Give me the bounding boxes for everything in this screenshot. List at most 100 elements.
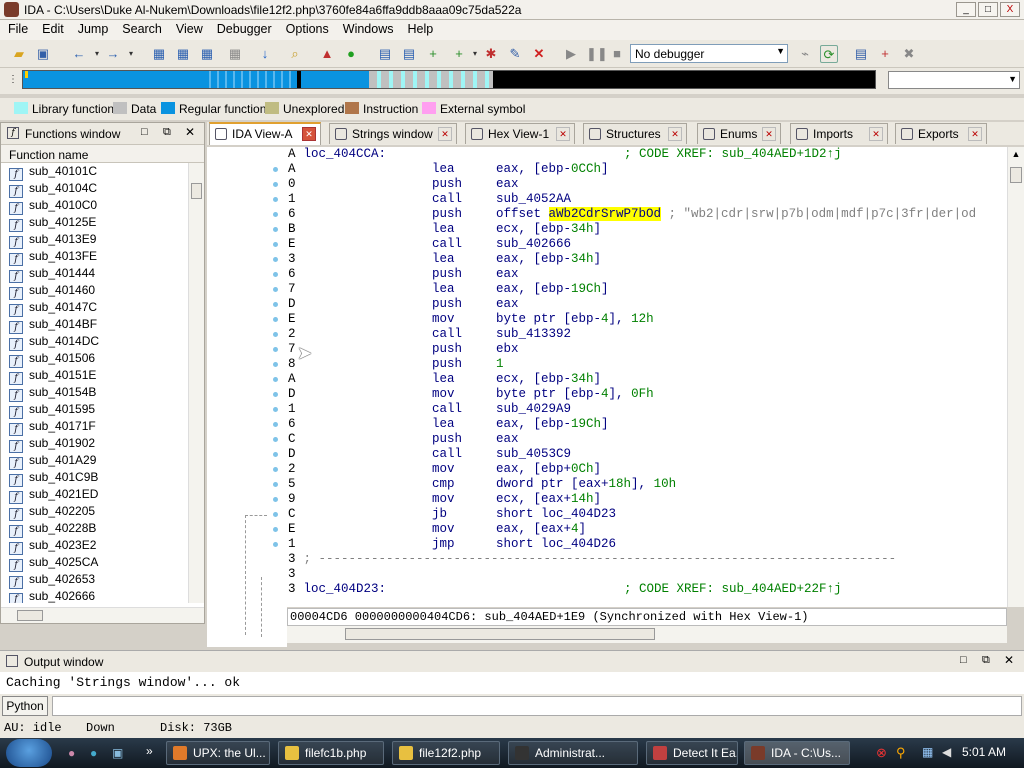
operands[interactable]: sub_413392: [496, 327, 571, 342]
function-list-item[interactable]: f sub_4013FE: [1, 248, 204, 266]
search-text-icon[interactable]: ▦: [150, 45, 168, 63]
run-icon[interactable]: ▶: [562, 45, 580, 63]
code-line[interactable]: 9 mov ecx, [eax+14h]: [288, 492, 1007, 507]
operands[interactable]: short loc_404D26: [496, 537, 616, 552]
stop-icon[interactable]: ■: [608, 45, 626, 63]
restore-icon[interactable]: □: [141, 126, 148, 138]
breakpoint-dot[interactable]: [273, 497, 278, 502]
operands[interactable]: eax: [496, 267, 519, 282]
code-line[interactable]: 8 push 1: [288, 357, 1007, 372]
close-icon[interactable]: ✕: [556, 127, 570, 141]
breakpoint-dot[interactable]: [273, 482, 278, 487]
forward-arrow-icon[interactable]: →: [104, 45, 122, 63]
debugger-select[interactable]: No debugger ▼: [630, 44, 788, 63]
function-list-item[interactable]: f sub_40228B: [1, 520, 204, 538]
breakpoint-dot[interactable]: [273, 257, 278, 262]
code-line[interactable]: 1 call sub_4052AA: [288, 192, 1007, 207]
breakpoint-dot[interactable]: [273, 527, 278, 532]
forward-dropdown-icon[interactable]: ▾: [122, 45, 140, 63]
operands[interactable]: sub_4053C9: [496, 447, 571, 462]
navigation-strip[interactable]: [22, 70, 876, 89]
search-immediate-icon[interactable]: ▦: [198, 45, 216, 63]
tray-network-icon[interactable]: ▦: [922, 745, 933, 759]
close-button[interactable]: X: [1000, 2, 1020, 17]
delete-icon[interactable]: ✕: [530, 45, 548, 63]
attach-icon[interactable]: ⌁: [796, 45, 814, 63]
code-line[interactable]: Emov byte ptr [ebp-4], 12h: [288, 312, 1007, 327]
operands[interactable]: eax: [496, 432, 519, 447]
sync-icon[interactable]: ⟳: [820, 45, 838, 63]
structure-icon[interactable]: ▤: [376, 45, 394, 63]
function-list-item[interactable]: f sub_40154B: [1, 384, 204, 402]
operands[interactable]: sub_4029A9: [496, 402, 571, 417]
float-icon[interactable]: ⧉: [982, 654, 990, 667]
function-list-item[interactable]: f sub_401506: [1, 350, 204, 368]
code-line[interactable]: 2 call sub_413392: [288, 327, 1007, 342]
warning-icon[interactable]: ▲: [318, 45, 336, 63]
clock[interactable]: 5:01 AM: [962, 745, 1006, 759]
function-list-item[interactable]: f sub_4014BF: [1, 316, 204, 334]
breakpoint-dot[interactable]: [273, 227, 278, 232]
code-label[interactable]: loc_404CCA:: [304, 147, 387, 161]
function-list-item[interactable]: f sub_4023E2: [1, 537, 204, 555]
code-line[interactable]: Alea eax, [ebp-0CCh]: [288, 162, 1007, 177]
open-folder-icon[interactable]: ▰: [10, 45, 28, 63]
breakpoint-dot[interactable]: [273, 452, 278, 457]
operands[interactable]: eax: [496, 297, 519, 312]
operands[interactable]: eax, [ebp-19Ch]: [496, 282, 609, 297]
taskbar-item[interactable]: file12f2.php: [392, 741, 500, 765]
down-arrow-icon[interactable]: ↓: [256, 45, 274, 63]
taskbar-item[interactable]: filefc1b.php: [278, 741, 384, 765]
xref-comment[interactable]: ; CODE XREF: sub_404AED+22F↑j: [624, 582, 842, 597]
code-label[interactable]: loc_404D23:: [304, 582, 387, 596]
float-icon[interactable]: ⧉: [163, 126, 171, 139]
list-icon[interactable]: ▤: [852, 45, 870, 63]
close-icon[interactable]: ✕: [1004, 653, 1014, 667]
function-list-item[interactable]: f sub_4025CA: [1, 554, 204, 572]
breakpoint-dot[interactable]: [273, 422, 278, 427]
function-list-item[interactable]: f sub_401A29: [1, 452, 204, 470]
code-line[interactable]: Blea ecx, [ebp-34h]: [288, 222, 1007, 237]
operands[interactable]: ebx: [496, 342, 519, 357]
breakpoint-dot[interactable]: [273, 362, 278, 367]
code-line[interactable]: 5 cmp dword ptr [eax+18h], 10h: [288, 477, 1007, 492]
code-line[interactable]: 1 jmp short loc_404D26: [288, 537, 1007, 552]
code-line[interactable]: 6 lea eax, [ebp-19Ch]: [288, 417, 1007, 432]
operands[interactable]: eax, [ebp-34h]: [496, 252, 601, 267]
function-list-item[interactable]: f sub_40125E: [1, 214, 204, 232]
restore-icon[interactable]: □: [960, 654, 967, 666]
cross-ref-icon[interactable]: ✱: [482, 45, 500, 63]
breakpoint-dot[interactable]: [273, 407, 278, 412]
tab-ida-view-a[interactable]: IDA View-A ✕: [209, 122, 321, 145]
command-input[interactable]: [52, 696, 1022, 716]
breakpoint-dot[interactable]: [273, 512, 278, 517]
python-button[interactable]: Python: [2, 696, 48, 716]
code-line[interactable]: Dmov byte ptr [ebp-4], 0Fh: [288, 387, 1007, 402]
function-list-item[interactable]: f sub_4021ED: [1, 486, 204, 504]
green-circle-icon[interactable]: ●: [342, 45, 360, 63]
function-list-hscrollbar[interactable]: [1, 607, 204, 623]
taskbar-item[interactable]: IDA - C:\Us...: [744, 741, 850, 765]
code-line[interactable]: 7 push ebx: [288, 342, 1007, 357]
code-line[interactable]: Cpush eax: [288, 432, 1007, 447]
breakpoint-dot[interactable]: [273, 377, 278, 382]
function-list-item[interactable]: f sub_402653: [1, 571, 204, 589]
code-line[interactable]: 6 push offset aWb2CdrSrwP7bOd ; "wb2|cdr|s…: [288, 207, 1007, 222]
operands[interactable]: dword ptr [eax+18h], 10h: [496, 477, 676, 492]
start-button[interactable]: [6, 739, 52, 767]
function-list-item[interactable]: f sub_40101C: [1, 163, 204, 181]
operands[interactable]: eax, [ebp+0Ch]: [496, 462, 601, 477]
code-line[interactable]: 3: [288, 567, 1007, 582]
tray-alert-icon[interactable]: ⊗: [876, 745, 887, 761]
breakpoint-dot[interactable]: [273, 287, 278, 292]
operands[interactable]: eax, [ebp-0CCh]: [496, 162, 609, 177]
ie-icon[interactable]: ●: [90, 746, 97, 760]
breakpoint-dot[interactable]: [273, 272, 278, 277]
close-icon[interactable]: ✕: [762, 127, 776, 141]
close-icon[interactable]: ✕: [968, 127, 982, 141]
operands[interactable]: offset aWb2CdrSrwP7bOd ; "wb2|cdr|srw|p7…: [496, 207, 976, 222]
breakpoint-dot[interactable]: [273, 347, 278, 352]
taskbar-item[interactable]: Detect It Ea...: [646, 741, 738, 765]
tab-hex-view[interactable]: Hex View-1 ✕: [465, 123, 575, 144]
code-line[interactable]: Ecall sub_402666: [288, 237, 1007, 252]
